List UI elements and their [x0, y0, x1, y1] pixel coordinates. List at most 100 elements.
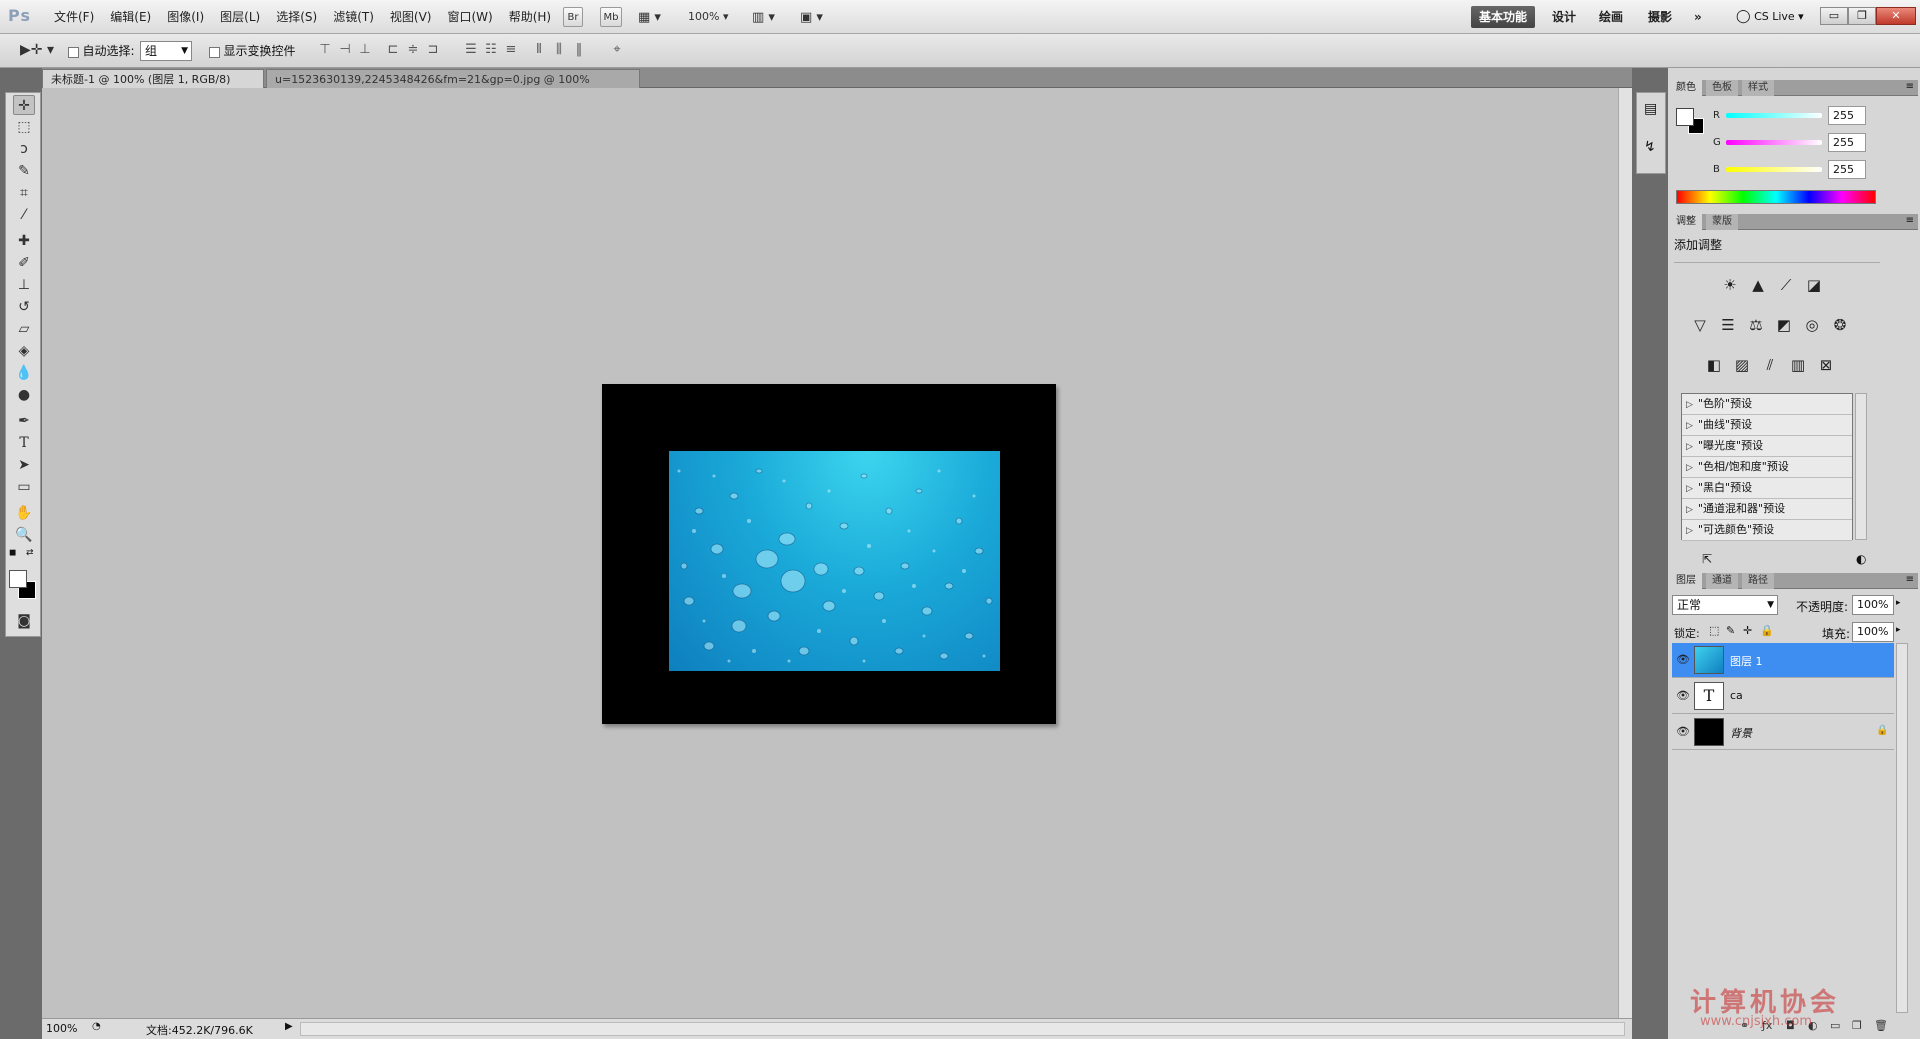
type-tool-icon[interactable]: T: [13, 433, 35, 453]
lock-position-icon[interactable]: ✛: [1743, 624, 1752, 637]
opacity-slider-icon[interactable]: ▸: [1896, 598, 1901, 608]
layer-row-background[interactable]: 👁 背景 🔒: [1672, 715, 1894, 750]
distribute-top-icon[interactable]: ☰: [462, 41, 480, 59]
preset-exposure[interactable]: ▷ "曝光度"预设: [1682, 436, 1852, 457]
b-slider[interactable]: [1726, 167, 1822, 172]
opacity-field[interactable]: 100%: [1852, 595, 1894, 615]
tab-color[interactable]: 颜色: [1670, 80, 1702, 96]
fill-field[interactable]: 100%: [1852, 622, 1894, 642]
menu-layer[interactable]: 图层(L): [212, 0, 268, 34]
workspace-photography[interactable]: 摄影: [1640, 6, 1680, 28]
tab-swatches[interactable]: 色板: [1706, 80, 1738, 96]
workspace-painting[interactable]: 绘画: [1591, 6, 1631, 28]
cs-live-button[interactable]: ◯ CS Live ▾: [1736, 9, 1804, 24]
g-slider[interactable]: [1726, 140, 1822, 145]
panel-menu-icon[interactable]: ≡: [1906, 215, 1914, 226]
layer-name[interactable]: 背景: [1730, 725, 1752, 741]
auto-align-layers-icon[interactable]: ⌖: [608, 41, 626, 59]
maximize-button[interactable]: ❐: [1848, 7, 1876, 25]
photo-filter-icon[interactable]: ◎: [1800, 312, 1824, 336]
menu-help[interactable]: 帮助(H): [501, 0, 559, 34]
layers-scrollbar[interactable]: [1896, 643, 1908, 1013]
distribute-bottom-icon[interactable]: ≡: [502, 41, 520, 59]
menu-window[interactable]: 窗口(W): [439, 0, 500, 34]
lock-all-icon[interactable]: 🔒: [1760, 624, 1774, 637]
delete-layer-icon[interactable]: 🗑: [1874, 1019, 1888, 1032]
crop-tool-icon[interactable]: ⌗: [13, 183, 35, 203]
extras-dropdown-icon[interactable]: ▦ ▾: [638, 10, 661, 25]
tab-channels[interactable]: 通道: [1706, 573, 1738, 589]
rectangle-tool-icon[interactable]: ▭: [13, 477, 35, 497]
clone-stamp-tool-icon[interactable]: ⊥: [13, 275, 35, 295]
r-slider[interactable]: [1726, 113, 1822, 118]
preset-hue-saturation[interactable]: ▷ "色相/饱和度"预设: [1682, 457, 1852, 478]
layer-row-layer1[interactable]: 👁 图层 1: [1672, 643, 1894, 678]
eraser-tool-icon[interactable]: ▱: [13, 319, 35, 339]
swap-colors-icon[interactable]: ⇄: [26, 548, 34, 558]
new-group-icon[interactable]: ▭: [1830, 1019, 1840, 1032]
tab-adjustments[interactable]: 调整: [1670, 214, 1702, 230]
menu-view[interactable]: 视图(V): [382, 0, 440, 34]
layer-name[interactable]: ca: [1730, 689, 1743, 702]
auto-select-dropdown[interactable]: 组 ▼: [140, 41, 192, 61]
default-colors-icon[interactable]: ◼: [9, 548, 16, 558]
brush-tool-icon[interactable]: ✐: [13, 253, 35, 273]
lock-transparent-icon[interactable]: ⬚: [1709, 624, 1719, 637]
healing-brush-tool-icon[interactable]: ✚: [13, 231, 35, 251]
status-zoom[interactable]: 100%: [46, 1022, 77, 1035]
auto-select-option[interactable]: 自动选择:: [68, 42, 135, 59]
selective-color-icon[interactable]: ⊠: [1814, 352, 1838, 376]
menu-select[interactable]: 选择(S): [268, 0, 325, 34]
auto-select-checkbox[interactable]: [68, 46, 79, 58]
levels-icon[interactable]: ▲: [1746, 272, 1770, 296]
quick-selection-tool-icon[interactable]: ✎: [13, 161, 35, 181]
foreground-color-swatch[interactable]: [9, 570, 27, 588]
distribute-hcenter-icon[interactable]: ⫼: [550, 41, 568, 59]
preset-curves[interactable]: ▷ "曲线"预设: [1682, 415, 1852, 436]
show-transform-checkbox[interactable]: [209, 46, 220, 58]
distribute-right-icon[interactable]: ‖: [570, 41, 588, 59]
preset-selective-color[interactable]: ▷ "可选颜色"预设: [1682, 520, 1852, 541]
workspace-design[interactable]: 设计: [1544, 6, 1584, 28]
tab-paths[interactable]: 路径: [1742, 573, 1774, 589]
move-tool-preset-icon[interactable]: ▶✛ ▾: [20, 42, 54, 58]
layer-row-text-ca[interactable]: 👁 T ca: [1672, 679, 1894, 714]
new-layer-icon[interactable]: ❐: [1852, 1019, 1862, 1032]
posterize-icon[interactable]: ▨: [1730, 352, 1754, 376]
align-left-icon[interactable]: ⊏: [384, 41, 402, 59]
menu-edit[interactable]: 编辑(E): [102, 0, 159, 34]
bridge-button[interactable]: Br: [563, 7, 583, 27]
histogram-panel-icon[interactable]: ▤: [1644, 101, 1657, 117]
screen-mode-icon[interactable]: ▣ ▾: [800, 10, 823, 25]
b-value-field[interactable]: 255: [1828, 160, 1866, 179]
more-workspaces-icon[interactable]: »: [1686, 6, 1710, 28]
tab-masks[interactable]: 蒙版: [1706, 214, 1738, 230]
paint-bucket-tool-icon[interactable]: ◈: [13, 341, 35, 361]
history-panel-icon[interactable]: ↯: [1644, 139, 1656, 155]
tab-untitled-1[interactable]: 未标题-1 @ 100% (图层 1, RGB/8) *✕: [42, 69, 264, 105]
tab-layers[interactable]: 图层: [1670, 573, 1702, 589]
path-selection-tool-icon[interactable]: ➤: [13, 455, 35, 475]
panel-menu-icon[interactable]: ≡: [1906, 81, 1914, 92]
workspace-essentials[interactable]: 基本功能: [1471, 6, 1536, 28]
quick-mask-icon[interactable]: ◙: [13, 611, 35, 631]
color-spectrum-bar[interactable]: [1676, 190, 1876, 204]
eye-icon[interactable]: 👁: [1676, 689, 1690, 703]
r-value-field[interactable]: 255: [1828, 106, 1866, 125]
arrange-documents-icon[interactable]: ▥ ▾: [752, 10, 775, 25]
history-brush-tool-icon[interactable]: ↺: [13, 297, 35, 317]
threshold-icon[interactable]: ⫽: [1758, 352, 1782, 376]
minimize-button[interactable]: ▭: [1820, 7, 1848, 25]
eyedropper-tool-icon[interactable]: ⁄: [13, 205, 35, 225]
pen-tool-icon[interactable]: ✒: [13, 411, 35, 431]
preset-channel-mixer[interactable]: ▷ "通道混和器"预设: [1682, 499, 1852, 520]
exposure-icon[interactable]: ◪: [1802, 272, 1826, 296]
zoom-tool-icon[interactable]: 🔍: [13, 525, 35, 545]
view-mode-icon[interactable]: ◐: [1856, 552, 1866, 566]
hand-tool-icon[interactable]: ✋: [13, 503, 35, 523]
dodge-tool-icon[interactable]: ●: [13, 385, 35, 405]
tab-water-jpg[interactable]: u=1523630139,2245348426&fm=21&gp=0.jpg @…: [266, 69, 640, 105]
blur-tool-icon[interactable]: 💧: [13, 363, 35, 383]
align-bottom-icon[interactable]: ⊥: [356, 41, 374, 59]
gradient-map-icon[interactable]: ▥: [1786, 352, 1810, 376]
